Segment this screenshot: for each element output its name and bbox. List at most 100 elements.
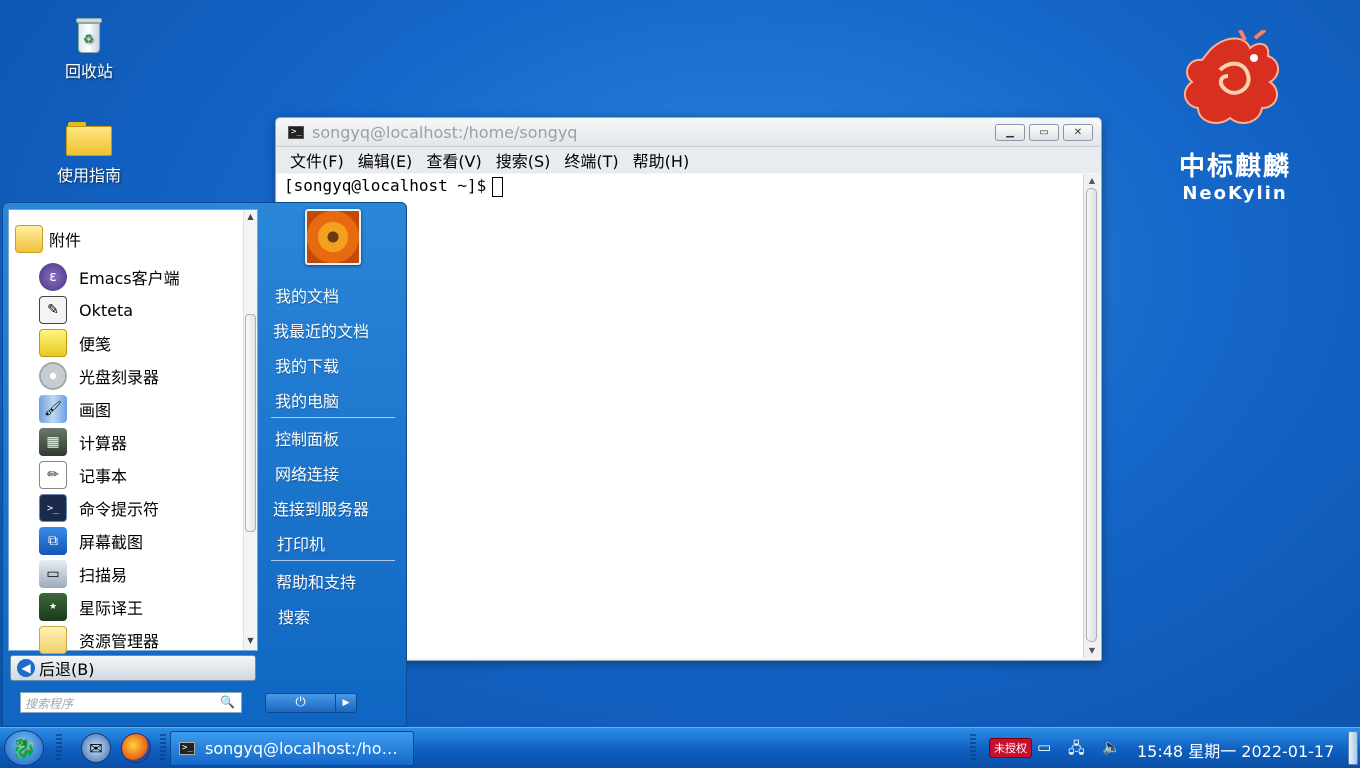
unlicensed-badge[interactable]: 未授权 <box>989 738 1032 758</box>
category-accessories[interactable]: 附件 <box>15 224 81 254</box>
mail-client-icon[interactable]: ✉ <box>81 733 111 763</box>
list-item[interactable]: ⧉ 屏幕截图 <box>39 526 143 556</box>
terminal-title: songyq@localhost:/home/songyq <box>312 122 578 142</box>
calculator-icon: ▦ <box>39 428 67 456</box>
neokylin-logo: 中标麒麟 NeoKylin <box>1160 28 1310 204</box>
scroll-up-icon[interactable]: ▲ <box>1084 174 1100 188</box>
place-help-support[interactable]: 帮助和支持 <box>276 569 356 593</box>
list-item[interactable]: 光盘刻录器 <box>39 361 159 391</box>
program-search-input[interactable]: 搜索程序 🔍 <box>20 692 242 713</box>
app-label: 扫描易 <box>79 566 128 585</box>
file-manager-icon <box>39 626 67 654</box>
scroll-down-icon[interactable]: ▼ <box>1084 644 1100 658</box>
keyboard-icon[interactable]: ▭ <box>1037 738 1051 756</box>
app-label: 星际译王 <box>79 599 144 618</box>
dictionary-icon: ★ <box>39 593 67 621</box>
show-desktop-button[interactable] <box>1348 731 1358 765</box>
firefox-icon[interactable] <box>121 733 151 763</box>
place-control-panel[interactable]: 控制面板 <box>275 426 339 450</box>
power-icon[interactable]: ⏻ <box>266 694 336 712</box>
app-label: Emacs客户端 <box>79 269 180 288</box>
back-arrow-icon: ◀ <box>17 659 35 677</box>
disc-icon <box>39 362 67 390</box>
list-item[interactable]: ✎ Okteta <box>39 295 133 325</box>
terminal-menubar: 文件(F) 编辑(E) 查看(V) 搜索(S) 终端(T) 帮助(H) <box>276 147 1101 173</box>
place-my-downloads[interactable]: 我的下载 <box>275 353 339 377</box>
back-button[interactable]: ◀ 后退(B) <box>10 655 256 681</box>
list-item[interactable]: 便笺 <box>39 328 111 358</box>
app-label: 屏幕截图 <box>79 533 144 552</box>
network-icon[interactable]: 🖧 <box>1068 738 1085 763</box>
system-clock[interactable]: 15:48 星期一 2022-01-17 <box>1137 738 1334 762</box>
logo-english-text: NeoKylin <box>1182 183 1288 204</box>
command-prompt-icon: >_ <box>39 494 67 522</box>
close-button[interactable]: ✕ <box>1063 124 1093 141</box>
list-item[interactable]: ▭ 扫描易 <box>39 559 127 589</box>
shutdown-button-group: ⏻ ▶ <box>265 693 357 713</box>
category-label: 附件 <box>49 231 82 250</box>
program-list-scrollbar[interactable]: ▲ ▼ <box>243 210 257 650</box>
list-item[interactable]: ✏ 记事本 <box>39 460 127 490</box>
scroll-down-icon[interactable]: ▼ <box>244 636 257 648</box>
divider <box>271 560 395 561</box>
menu-help[interactable]: 帮助(H) <box>633 148 690 172</box>
place-network-connections[interactable]: 网络连接 <box>275 461 339 485</box>
minimize-button[interactable]: ▁ <box>995 124 1025 141</box>
okteta-icon: ✎ <box>39 296 67 324</box>
scroll-up-icon[interactable]: ▲ <box>244 212 257 224</box>
list-item[interactable]: ★ 星际译王 <box>39 592 143 622</box>
terminal-scrollbar[interactable]: ▲ ▼ <box>1083 174 1099 658</box>
shutdown-options-arrow-icon[interactable]: ▶ <box>336 694 356 712</box>
scanner-icon: ▭ <box>39 560 67 588</box>
folder-icon <box>66 122 112 156</box>
program-list-panel: 附件 ε Emacs客户端 ✎ Okteta 便笺 光盘刻录器 🖌 画图 ▦ 计… <box>8 209 258 654</box>
list-item[interactable]: 资源管理器 <box>39 625 159 655</box>
desktop-icon-guide[interactable]: 使用指南 <box>44 118 134 186</box>
terminal-scroll-thumb[interactable] <box>1086 188 1097 642</box>
list-item[interactable]: >_ 命令提示符 <box>39 493 159 523</box>
terminal-cursor <box>492 176 504 197</box>
place-connect-to-server[interactable]: 连接到服务器 <box>273 496 369 520</box>
menu-edit[interactable]: 编辑(E) <box>358 148 413 172</box>
app-label: 计算器 <box>79 434 128 453</box>
logo-chinese-text: 中标麒麟 <box>1178 152 1291 182</box>
search-placeholder: 搜索程序 <box>25 697 74 711</box>
menu-view[interactable]: 查看(V) <box>426 148 481 172</box>
place-my-documents[interactable]: 我的文档 <box>275 283 339 307</box>
start-button[interactable]: 🐉 <box>4 730 44 766</box>
maximize-button[interactable]: ▭ <box>1029 124 1059 141</box>
terminal-icon: >_ <box>179 742 195 755</box>
terminal-title-bar[interactable]: >_ songyq@localhost:/home/songyq ▁ ▭ ✕ <box>276 118 1101 147</box>
desktop-icon-trash[interactable]: ♻ 回收站 <box>44 18 134 82</box>
taskbar-terminal-button[interactable]: >_ songyq@localhost:/ho… <box>170 731 414 766</box>
place-search[interactable]: 搜索 <box>278 604 310 628</box>
dragon-logo-icon: 🐉 <box>11 736 37 760</box>
app-label: 资源管理器 <box>79 632 160 651</box>
trash-icon: ♻ <box>74 18 104 54</box>
dragon-logo-icon <box>1183 28 1279 124</box>
place-my-computer[interactable]: 我的电脑 <box>275 388 339 412</box>
sticky-note-icon <box>39 329 67 357</box>
list-item[interactable]: ε Emacs客户端 <box>39 262 180 292</box>
emacs-icon: ε <box>39 263 67 291</box>
screenshot-icon: ⧉ <box>39 527 67 555</box>
place-recent-documents[interactable]: 我最近的文档 <box>273 318 369 342</box>
app-label: 命令提示符 <box>79 500 160 519</box>
menu-file[interactable]: 文件(F) <box>290 148 344 172</box>
list-item[interactable]: ▦ 计算器 <box>39 427 127 457</box>
taskbar-terminal-label: songyq@localhost:/ho… <box>205 739 398 758</box>
notepad-icon: ✏ <box>39 461 67 489</box>
menu-terminal[interactable]: 终端(T) <box>564 148 618 172</box>
search-icon[interactable]: 🔍 <box>220 695 235 709</box>
app-label: 光盘刻录器 <box>79 368 160 387</box>
taskbar-grip[interactable] <box>56 734 62 762</box>
program-list-scroll-thumb[interactable] <box>245 314 256 532</box>
place-printers[interactable]: 打印机 <box>277 531 325 555</box>
volume-icon[interactable]: 🔈 <box>1102 738 1121 756</box>
taskbar-grip[interactable] <box>160 734 166 762</box>
taskbar: 🐉 ✉ >_ songyq@localhost:/ho… 未授权 ▭ 🖧 🔈 1… <box>0 727 1360 768</box>
user-avatar[interactable] <box>305 209 361 265</box>
taskbar-grip[interactable] <box>970 734 976 762</box>
menu-search[interactable]: 搜索(S) <box>496 148 551 172</box>
list-item[interactable]: 🖌 画图 <box>39 394 111 424</box>
